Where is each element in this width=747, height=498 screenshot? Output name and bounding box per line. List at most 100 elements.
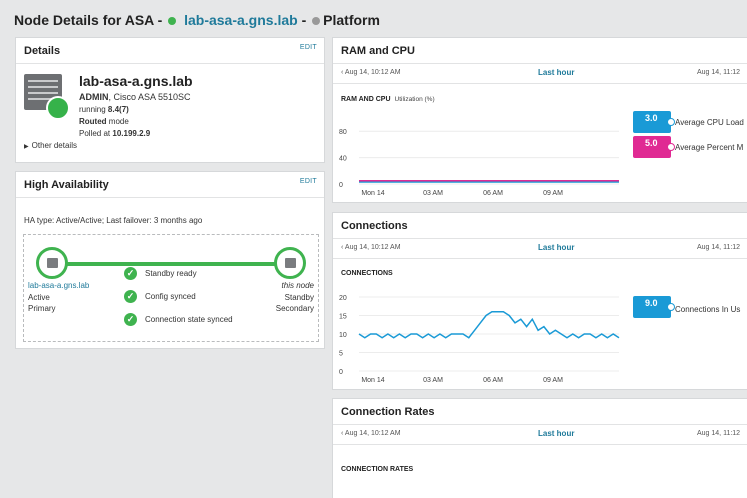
y-tick-label: 20 [339, 295, 347, 302]
ha-link-line [54, 262, 292, 266]
legend-connections-number: 9.0 [645, 298, 658, 308]
other-details-toggle[interactable]: ▶ Other details [24, 141, 77, 150]
x-tick-label: 03 AM [423, 190, 443, 197]
rates-panel: Connection Rates ‹ Aug 14, 10:12 AM Last… [332, 398, 747, 498]
title-separator: - [301, 12, 307, 28]
details-edit-link[interactable]: EDIT [300, 44, 317, 51]
range-selector[interactable]: Last hour [538, 68, 574, 77]
y-tick-label: 5 [339, 351, 343, 358]
rates-time-nav: ‹ Aug 14, 10:12 AM Last hour Aug 14, 11:… [333, 425, 747, 445]
ha-check-label: Config synced [145, 292, 196, 301]
admin-label: ADMIN [79, 92, 109, 102]
chevron-left-icon: ‹ [341, 430, 344, 437]
running-line: running 8.4(7) [79, 105, 129, 114]
ha-topology: lab-asa-a.gns.lab Active Primary this no… [23, 234, 319, 342]
legend-mem-value: 5.0 [633, 136, 675, 158]
range-end: Aug 14, 11:12 [697, 244, 741, 251]
range-start: Aug 14, 10:12 AM [344, 430, 401, 437]
legend-mem-number: 5.0 [645, 138, 658, 148]
ha-type-text: HA type: Active/Active; Last failover: 3… [24, 216, 203, 225]
device-model-line: ADMIN, Cisco ASA 5510SC [79, 92, 191, 102]
ram-cpu-chart: 0 40 80 Mon 14 03 AM 06 AM 09 AM [339, 129, 619, 197]
ram-cpu-header: RAM and CPU [333, 38, 747, 64]
ha-panel: High Availability EDIT HA type: Active/A… [15, 171, 325, 349]
status-up-icon [46, 96, 70, 120]
ha-primary-node-icon[interactable] [36, 247, 68, 279]
x-tick-label: Mon 14 [361, 377, 384, 384]
check-icon: ✓ [124, 313, 137, 326]
ha-primary-role: Active [28, 293, 50, 302]
y-tick-label: 40 [339, 156, 347, 163]
chevron-left-icon: ‹ [341, 244, 344, 251]
status-up-icon [168, 16, 177, 25]
title-node-link[interactable]: lab-asa-a.gns.lab [184, 12, 298, 28]
device-name: lab-asa-a.gns.lab [79, 73, 193, 89]
ram-cpu-chart-label: RAM AND CPU Utilization (%) [341, 96, 435, 103]
y-tick-label: 0 [339, 182, 343, 189]
range-end: Aug 14, 11:12 [697, 430, 741, 437]
running-version: 8.4(7) [107, 105, 129, 114]
ram-cpu-chart-title: RAM AND CPU [341, 96, 391, 103]
other-details-label: Other details [31, 141, 77, 150]
ha-check-label: Connection state synced [145, 315, 233, 324]
polled-label: Polled at [79, 129, 111, 138]
connections-chart: 0 5 10 15 20 Mon 14 03 AM 06 AM 09 AM [339, 295, 620, 384]
ha-title: High Availability [24, 179, 109, 191]
connections-chart-title: CONNECTIONS [341, 270, 393, 277]
triangle-right-icon: ▶ [24, 144, 29, 150]
ha-edit-link[interactable]: EDIT [300, 178, 317, 185]
range-start: Aug 14, 10:12 AM [344, 69, 401, 76]
chevron-left-icon: ‹ [341, 69, 344, 76]
prev-range-button[interactable]: ‹ Aug 14, 10:12 AM [341, 244, 401, 251]
ha-secondary-node: this node [281, 281, 314, 290]
rates-chart-title: CONNECTION RATES [341, 466, 414, 473]
y-tick-label: 80 [339, 129, 347, 136]
prev-range-button[interactable]: ‹ Aug 14, 10:12 AM [341, 430, 401, 437]
range-selector[interactable]: Last hour [538, 429, 574, 438]
ram-cpu-time-nav: ‹ Aug 14, 10:12 AM Last hour Aug 14, 11:… [333, 64, 747, 84]
y-tick-label: 10 [339, 332, 347, 339]
y-tick-label: 15 [339, 314, 347, 321]
ram-cpu-title: RAM and CPU [341, 45, 415, 57]
legend-cpu-label: Average CPU Load [675, 118, 744, 127]
connections-title: Connections [341, 220, 408, 232]
x-tick-label: Mon 14 [361, 190, 384, 197]
title-prefix: Node Details for ASA - [14, 12, 163, 28]
legend-cpu-value: 3.0 [633, 111, 675, 133]
x-tick-label: 03 AM [423, 377, 443, 384]
x-tick-label: 06 AM [483, 190, 503, 197]
range-end: Aug 14, 11:12 [697, 69, 741, 76]
connections-time-nav: ‹ Aug 14, 10:12 AM Last hour Aug 14, 11:… [333, 239, 747, 259]
ha-header: High Availability EDIT [16, 172, 324, 198]
polled-line: Polled at 10.199.2.9 [79, 129, 150, 138]
check-icon: ✓ [124, 290, 137, 303]
check-icon: ✓ [124, 267, 137, 280]
ha-primary-position: Primary [28, 304, 56, 313]
running-label: running [79, 105, 106, 114]
legend-mem-label: Average Percent M [675, 143, 744, 152]
polled-ip: 10.199.2.9 [112, 129, 151, 138]
prev-range-button[interactable]: ‹ Aug 14, 10:12 AM [341, 69, 401, 76]
legend-cpu-number: 3.0 [645, 113, 658, 123]
ha-secondary-node-icon[interactable] [274, 247, 306, 279]
details-panel: Details EDIT lab-asa-a.gns.lab ADMIN, Ci… [15, 37, 325, 163]
range-selector[interactable]: Last hour [538, 243, 574, 252]
y-tick-label: 0 [339, 369, 343, 376]
connections-panel: Connections ‹ Aug 14, 10:12 AM Last hour… [332, 212, 747, 390]
x-tick-label: 06 AM [483, 377, 503, 384]
rates-header: Connection Rates [333, 399, 747, 425]
mode-line: Routed mode [79, 117, 129, 126]
title-section: Platform [323, 12, 380, 28]
ram-cpu-chart-unit: Utilization (%) [394, 96, 435, 103]
ram-cpu-panel: RAM and CPU ‹ Aug 14, 10:12 AM Last hour… [332, 37, 747, 203]
details-title: Details [24, 45, 61, 57]
x-tick-label: 09 AM [543, 190, 563, 197]
page-title: Node Details for ASA - lab-asa-a.gns.lab… [14, 12, 380, 28]
ha-primary-node-link[interactable]: lab-asa-a.gns.lab [28, 281, 89, 290]
range-start: Aug 14, 10:12 AM [344, 244, 401, 251]
details-header: Details EDIT [16, 38, 324, 64]
connections-header: Connections [333, 213, 747, 239]
device-model: Cisco ASA 5510SC [113, 92, 191, 102]
ha-secondary-position: Secondary [275, 304, 314, 313]
rates-title: Connection Rates [341, 406, 435, 418]
